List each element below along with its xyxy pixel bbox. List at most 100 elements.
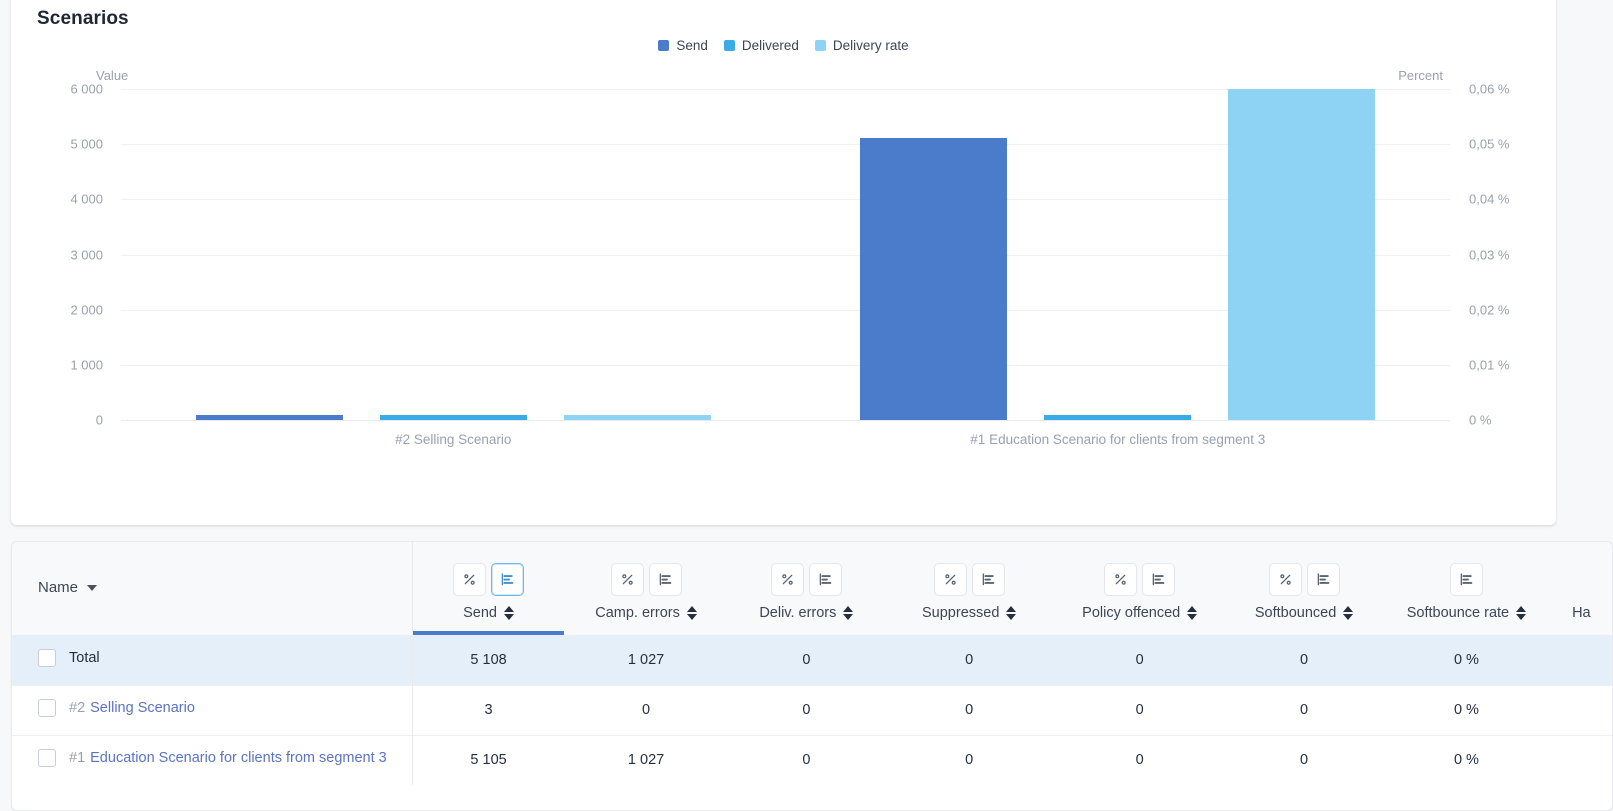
percent-toggle-button[interactable] xyxy=(453,562,487,596)
table-row[interactable]: #1 Education Scenario for clients from se… xyxy=(12,734,1612,785)
sort-arrows-icon[interactable] xyxy=(686,605,697,620)
left-axis-tick: 5 000 xyxy=(70,136,103,152)
table-cell: 0 xyxy=(1053,684,1226,735)
column-header-suppressed[interactable]: Suppressed xyxy=(885,542,1053,635)
right-axis-tick: 0,04 % xyxy=(1469,191,1510,207)
column-header-content: Send xyxy=(413,605,565,621)
bar-chart-toggle-button[interactable] xyxy=(808,562,842,596)
bar-chart-toggle-button[interactable] xyxy=(1449,562,1483,596)
sort-arrows-icon[interactable] xyxy=(1006,605,1017,620)
row-id: #2 xyxy=(69,700,86,716)
column-header-deliv-errors[interactable]: Deliv. errors xyxy=(728,542,885,635)
table-cell: 0 xyxy=(564,684,728,735)
row-name-label[interactable]: #2 Selling Scenario xyxy=(69,700,195,716)
column-header-send[interactable]: Send xyxy=(412,542,564,635)
table-cell: 0 % xyxy=(1382,634,1551,685)
sort-arrows-icon[interactable] xyxy=(1187,605,1198,620)
table-cell: 3 xyxy=(412,684,565,735)
scenarios-table-card: Name Send Camp. errors Deliv. errors Suppre… xyxy=(11,541,1613,811)
legend-item[interactable]: Send xyxy=(658,38,708,53)
scenarios-chart-card: Scenarios Send Delivered Delivery rate Val… xyxy=(11,0,1556,525)
table-cell: 0 xyxy=(1225,634,1383,685)
left-axis-tick: 2 000 xyxy=(70,302,103,318)
chart-bar[interactable] xyxy=(1228,89,1376,420)
percent-toggle-button[interactable] xyxy=(1104,562,1138,596)
row-checkbox[interactable] xyxy=(38,649,56,667)
row-checkbox[interactable] xyxy=(38,699,56,717)
table-cell xyxy=(1550,734,1612,785)
column-header-content: Deliv. errors xyxy=(728,605,885,621)
table-row[interactable]: Total 5 108 1 027 0 0 0 0 0 % xyxy=(12,634,1612,685)
table-cell: 0 xyxy=(727,734,885,785)
column-header-content: Camp. errors xyxy=(564,605,727,621)
legend-item[interactable]: Delivered xyxy=(723,38,799,53)
column-header-camp-errors[interactable]: Camp. errors xyxy=(564,542,727,635)
column-header-softbounce-rate[interactable]: Softbounce rate xyxy=(1382,542,1550,635)
bar-chart-toggle-button[interactable] xyxy=(1306,562,1340,596)
table-cell: 5 105 xyxy=(412,734,565,785)
table-body: Total 5 108 1 027 0 0 0 0 0 % #2 Selling Scenario… xyxy=(12,634,1612,785)
right-axis-caption: Percent xyxy=(1398,68,1443,83)
percent-toggle-button[interactable] xyxy=(770,562,804,596)
row-name-cell: #1 Education Scenario for clients from se… xyxy=(12,734,413,785)
column-header-label: Send xyxy=(463,604,497,621)
left-axis-tick: 4 000 xyxy=(70,191,103,207)
legend-swatch-icon xyxy=(723,40,735,51)
percent-toggle-button[interactable] xyxy=(933,562,967,596)
legend-swatch-icon xyxy=(658,40,670,51)
table-header-row: Name Send Camp. errors Deliv. errors Suppre… xyxy=(12,542,1612,635)
row-name-label[interactable]: #1 Education Scenario for clients from se… xyxy=(69,750,387,766)
sort-arrows-icon[interactable] xyxy=(504,605,514,620)
percent-toggle-button[interactable] xyxy=(610,562,644,596)
column-header-ha[interactable]: Ha xyxy=(1551,542,1612,635)
column-toggle-group xyxy=(413,562,565,596)
row-name-link[interactable]: Education Scenario for clients from segm… xyxy=(90,750,387,766)
category-label: #2 Selling Scenario xyxy=(395,432,512,447)
bar-chart-toggle-button[interactable] xyxy=(648,562,682,596)
row-checkbox[interactable] xyxy=(38,749,56,768)
table-cell: 1 027 xyxy=(564,734,728,785)
legend-label: Delivery rate xyxy=(832,38,909,53)
chevron-down-icon[interactable] xyxy=(87,584,98,591)
right-axis-tick: 0 % xyxy=(1469,412,1492,428)
right-axis-tick: 0,05 % xyxy=(1469,136,1510,152)
row-name-link[interactable]: Selling Scenario xyxy=(90,700,195,716)
chart-gridline xyxy=(121,420,1450,421)
column-header-policy-offenced[interactable]: Policy offenced xyxy=(1053,542,1226,635)
chart-bar[interactable] xyxy=(379,415,527,420)
bar-chart-toggle-button[interactable] xyxy=(1142,562,1176,596)
table-row[interactable]: #2 Selling Scenario 3 0 0 0 0 0 0 % xyxy=(12,684,1612,735)
left-axis-tick: 6 000 xyxy=(70,81,103,97)
column-header-name[interactable]: Name xyxy=(12,542,413,635)
column-toggle-group xyxy=(728,562,885,596)
sort-arrows-icon[interactable] xyxy=(1516,605,1527,620)
column-toggle-group xyxy=(885,562,1053,596)
bar-chart-toggle-button[interactable] xyxy=(491,562,525,596)
column-header-label: Softbounced xyxy=(1254,604,1337,621)
table-header: Name Send Camp. errors Deliv. errors Suppre… xyxy=(12,542,1612,635)
row-id: #1 xyxy=(69,750,86,767)
column-toggle-group xyxy=(564,562,727,596)
chart-bar[interactable] xyxy=(563,415,711,420)
chart-bar[interactable] xyxy=(1044,415,1192,420)
right-axis-tick: 0,02 % xyxy=(1469,302,1510,318)
bar-chart-toggle-button[interactable] xyxy=(971,562,1005,596)
sort-arrows-icon[interactable] xyxy=(1343,605,1354,620)
left-axis-tick: 0 xyxy=(95,412,103,428)
table-cell: 0 xyxy=(1225,734,1383,785)
chart-bar[interactable] xyxy=(860,138,1008,420)
table-cell: 0 xyxy=(884,734,1054,785)
chart-plot-area: 0 0 % 1 000 0,01 % 2 000 0,02 % 3 000 0,03 % 4 0… xyxy=(70,82,1509,448)
table-cell: 0 xyxy=(1053,634,1226,685)
table-cell: 5 108 xyxy=(412,634,565,685)
column-header-content: Softbounced xyxy=(1226,605,1382,621)
left-axis-tick: 1 000 xyxy=(70,357,103,373)
sort-arrows-icon[interactable] xyxy=(843,605,854,620)
chart-bar[interactable] xyxy=(195,415,343,420)
column-header-softbounced[interactable]: Softbounced xyxy=(1226,542,1382,635)
percent-toggle-button[interactable] xyxy=(1268,562,1302,596)
legend-item[interactable]: Delivery rate xyxy=(814,38,909,53)
legend-label: Send xyxy=(676,38,708,53)
column-header-content: Suppressed xyxy=(885,605,1053,621)
legend-label: Delivered xyxy=(741,38,799,53)
